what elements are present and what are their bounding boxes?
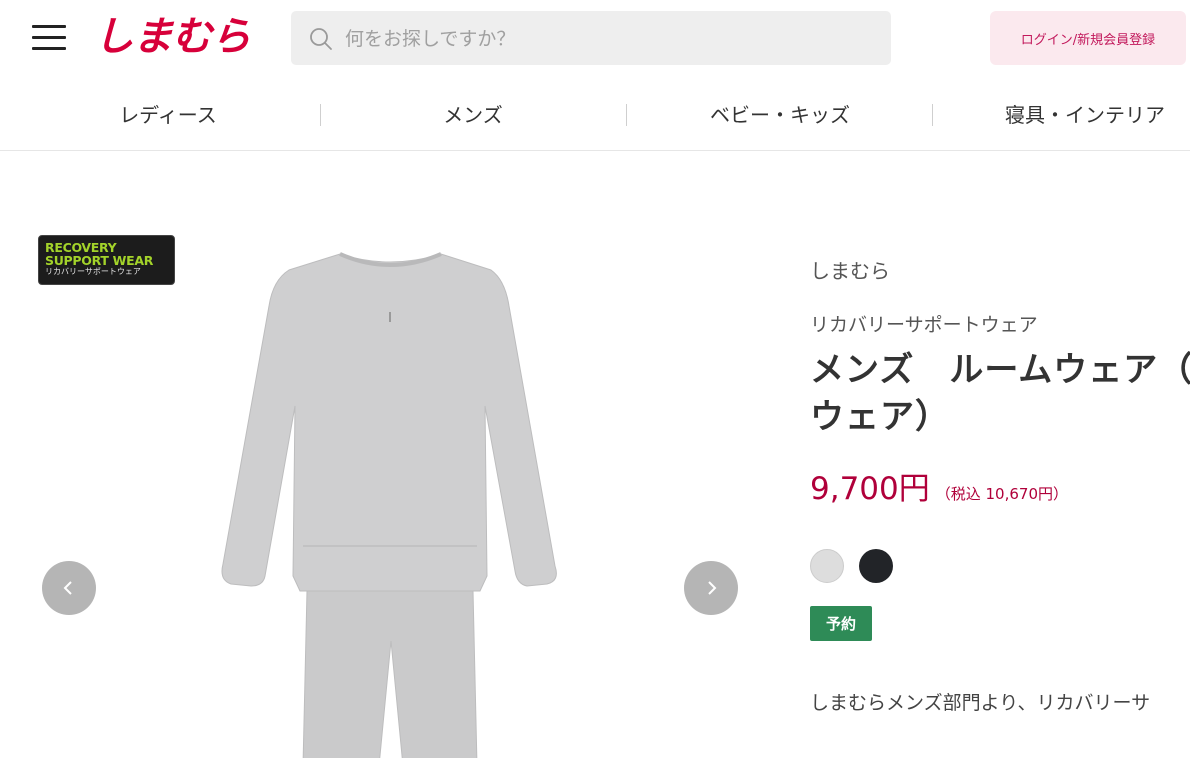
price-row: 9,700円 （税込 10,670円） (810, 463, 1068, 508)
product-price: 9,700円 (810, 471, 930, 507)
product-title-line-1: メンズ ルームウェア（ (810, 350, 1190, 390)
nav-item-bedding-interior[interactable]: 寝具・インテリア (990, 76, 1180, 150)
header: しまむら ログイン/新規会員登録 (0, 0, 1190, 76)
nav-item-mens[interactable]: メンズ (373, 76, 573, 150)
preorder-tag: 予約 (810, 606, 872, 641)
logo[interactable]: しまむら (94, 12, 251, 62)
color-swatch-gray[interactable] (810, 549, 844, 583)
product-title: メンズ ルームウェア（ ウェア） (810, 347, 1190, 441)
product-title-line-2: ウェア） (810, 397, 950, 437)
search-input[interactable] (343, 11, 877, 67)
badge-line-3: リカバリーサポートウェア (45, 267, 141, 276)
login-register-button[interactable]: ログイン/新規会員登録 (990, 11, 1186, 65)
color-swatch-black[interactable] (859, 549, 893, 583)
chevron-left-icon (63, 581, 72, 595)
gallery-prev-button[interactable] (42, 561, 96, 615)
search-bar[interactable] (291, 11, 891, 67)
product-info: しまむら リカバリーサポートウェア メンズ ルームウェア（ ウェア） 9,700… (810, 151, 1190, 758)
nav-item-baby-kids[interactable]: ベビー・キッズ (680, 76, 880, 150)
product-image (221, 252, 557, 758)
nav-divider (932, 104, 933, 126)
product-subtitle: リカバリーサポートウェア (810, 314, 1038, 336)
menu-icon[interactable] (32, 25, 66, 51)
nav-divider (320, 104, 321, 126)
recovery-support-wear-badge: RECOVERY SUPPORT WEAR リカバリーサポートウェア (38, 235, 175, 285)
nav-item-ladies[interactable]: レディース (68, 76, 268, 150)
nav-divider (626, 104, 627, 126)
product-description: しまむらメンズ部門より、リカバリーサ (810, 692, 1151, 714)
product-price-tax: （税込 10,670円） (935, 485, 1069, 503)
gallery-next-button[interactable] (684, 561, 738, 615)
search-icon (310, 28, 332, 50)
chevron-right-icon (708, 581, 717, 595)
category-nav: レディース メンズ ベビー・キッズ 寝具・インテリア (0, 76, 1190, 151)
product-brand[interactable]: しまむら (810, 255, 890, 284)
product-gallery: RECOVERY SUPPORT WEAR リカバリーサポートウェア (0, 151, 760, 758)
badge-line-2: SUPPORT WEAR (45, 253, 154, 268)
